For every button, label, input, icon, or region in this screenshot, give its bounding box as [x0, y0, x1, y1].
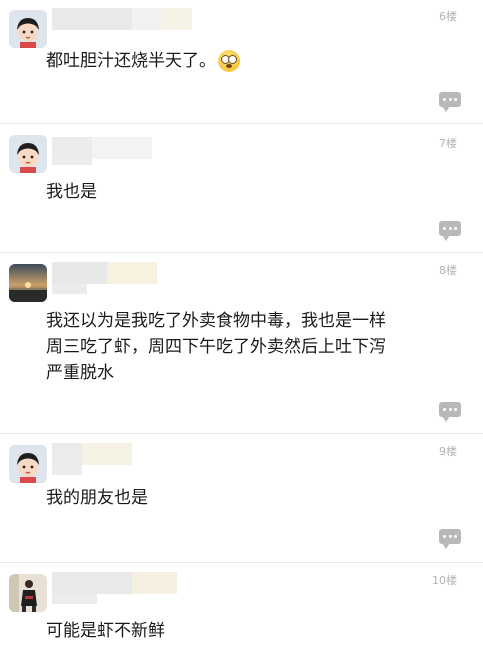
avatar[interactable]: [9, 264, 47, 302]
person-photo-avatar-icon: [9, 574, 47, 612]
floor-number: 9楼: [439, 445, 457, 458]
comment-bubble-icon[interactable]: [439, 529, 461, 549]
subtitle-blurred: [52, 284, 87, 294]
comment-line: 严重脱水: [46, 363, 114, 383]
cartoon-girl-avatar-icon: [9, 10, 47, 48]
comment-line: 我还以为是我吃了外卖食物中毒，我也是一样: [46, 311, 386, 331]
cartoon-girl-avatar-icon: [9, 135, 47, 173]
username-blurred[interactable]: [52, 262, 157, 284]
comment-bubble-icon[interactable]: [439, 92, 461, 112]
username-blurred[interactable]: [52, 8, 192, 30]
floor-number: 10楼: [432, 574, 457, 587]
comment-thread: 6楼 都吐胆汁还烧半天了。 7楼 我也是 8楼 我还以为是我吃了外卖食物中毒，我…: [0, 0, 483, 650]
comment-text: 都吐胆汁还烧半天了。: [46, 48, 463, 74]
avatar[interactable]: [9, 10, 47, 48]
comment-text: 我还以为是我吃了外卖食物中毒，我也是一样 周三吃了虾，周四下午吃了外卖然后上吐下…: [46, 308, 463, 386]
floor-number: 8楼: [439, 264, 457, 277]
subtitle-blurred: [52, 465, 82, 475]
comment-bubble-icon[interactable]: [439, 402, 461, 422]
username-blurred[interactable]: [52, 443, 132, 465]
floor-number: 7楼: [439, 137, 457, 150]
comment-text: 可能是虾不新鲜: [46, 618, 463, 644]
avatar[interactable]: [9, 445, 47, 483]
comment-text: 我也是: [46, 179, 463, 205]
comment-line: 周三吃了虾，周四下午吃了外卖然后上吐下泻: [46, 337, 386, 357]
comment-post: 10楼 可能是虾不新鲜: [0, 564, 483, 650]
comment-line: 都吐胆汁还烧半天了。: [46, 51, 216, 71]
comment-text: 我的朋友也是: [46, 485, 463, 511]
comment-line: 可能是虾不新鲜: [46, 621, 165, 641]
avatar[interactable]: [9, 135, 47, 173]
avatar[interactable]: [9, 574, 47, 612]
username-blurred[interactable]: [52, 572, 177, 594]
flushed-face-icon: [218, 50, 240, 72]
comment-post: 7楼 我也是: [0, 125, 483, 253]
comment-line: 我的朋友也是: [46, 488, 148, 508]
comment-post: 8楼 我还以为是我吃了外卖食物中毒，我也是一样 周三吃了虾，周四下午吃了外卖然后…: [0, 254, 483, 434]
sunset-photo-avatar-icon: [9, 264, 47, 302]
comment-line: 我也是: [46, 182, 97, 202]
cartoon-girl-avatar-icon: [9, 445, 47, 483]
comment-post: 9楼 我的朋友也是: [0, 435, 483, 563]
floor-number: 6楼: [439, 10, 457, 23]
subtitle-blurred: [52, 594, 97, 604]
comment-post: 6楼 都吐胆汁还烧半天了。: [0, 0, 483, 124]
comment-bubble-icon[interactable]: [439, 221, 461, 241]
subtitle-blurred: [52, 155, 92, 165]
